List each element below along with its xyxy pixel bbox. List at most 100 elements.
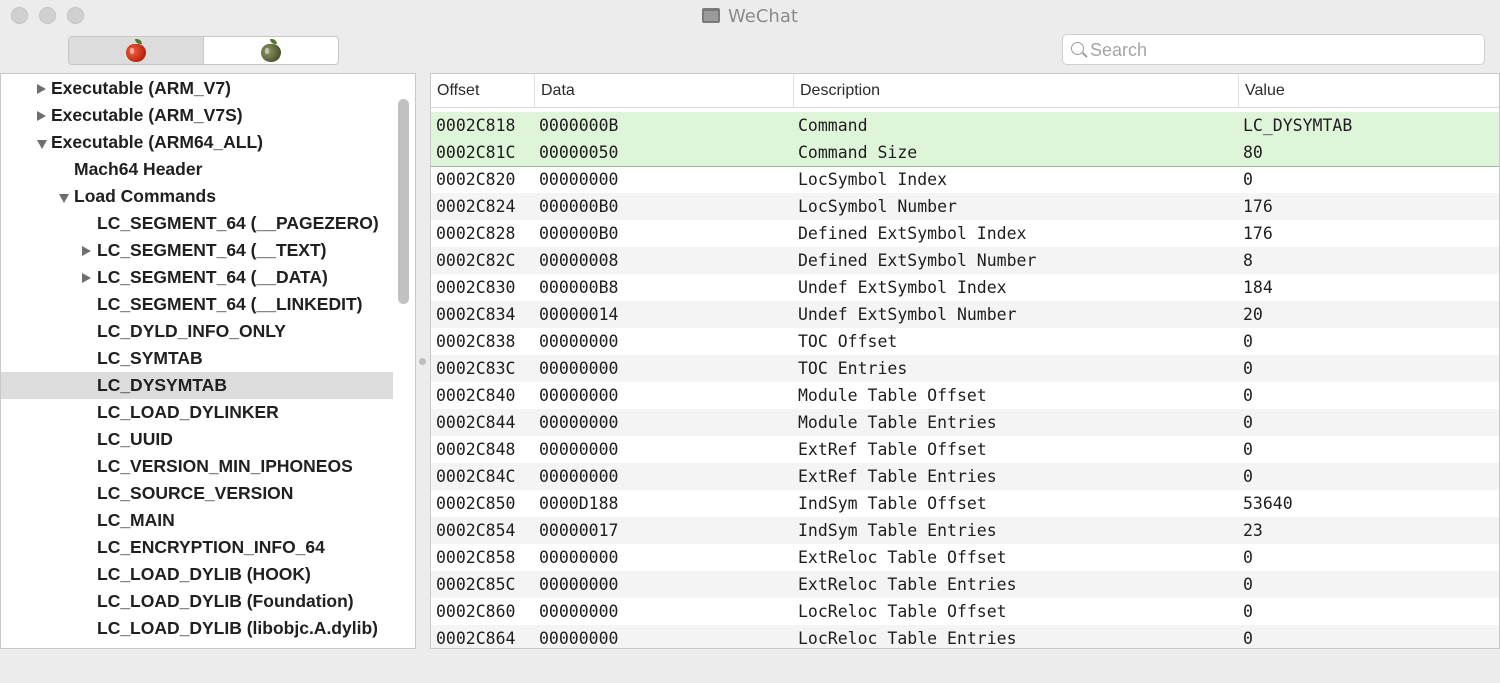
- document-icon: [702, 8, 721, 23]
- search-field: [1062, 34, 1485, 65]
- table-row[interactable]: 0002C828 000000B0 Defined ExtSymbol Index 1…: [431, 220, 1499, 247]
- outline-item[interactable]: LC_MAIN: [1, 507, 393, 534]
- outline-item[interactable]: LC_DYSYMTAB: [1, 372, 393, 399]
- outline-item[interactable]: LC_ENCRYPTION_INFO_64: [1, 534, 393, 561]
- outline-item[interactable]: Executable (ARM64_ALL): [1, 129, 393, 156]
- window-title: WeChat: [728, 6, 798, 27]
- cell-data: 000000B0: [539, 197, 619, 216]
- cell-offset: 0002C840: [436, 386, 516, 405]
- cell-value: 0: [1243, 440, 1253, 459]
- cell-description: IndSym Table Offset: [798, 494, 987, 513]
- outline-item[interactable]: LC_DYLD_INFO_ONLY: [1, 318, 393, 345]
- disclosure-open-icon[interactable]: [37, 140, 47, 149]
- cell-value: LC_DYSYMTAB: [1243, 116, 1353, 135]
- cell-data: 00000014: [539, 305, 619, 324]
- cell-data: 00000000: [539, 629, 619, 648]
- search-input[interactable]: [1090, 38, 1470, 62]
- outline-item[interactable]: LC_LOAD_DYLIB (libobjc.A.dylib): [1, 615, 393, 642]
- table-row[interactable]: 0002C850 0000D188 IndSym Table Offset 53640: [431, 490, 1499, 517]
- outline-item[interactable]: LC_LOAD_DYLIB (Foundation): [1, 588, 393, 615]
- outline-item[interactable]: LC_LOAD_DYLINKER: [1, 399, 393, 426]
- cell-value: 20: [1243, 305, 1263, 324]
- column-header-offset[interactable]: Offset: [431, 74, 534, 108]
- outline-item[interactable]: LC_SEGMENT_64 (__TEXT): [1, 237, 393, 264]
- title-bar: WeChat: [0, 0, 1500, 32]
- outline-item[interactable]: Executable (ARM_V7): [1, 75, 393, 102]
- outline-pane: Executable (ARM_V7) Executable (ARM_V7S) E…: [0, 73, 416, 649]
- table-row[interactable]: 0002C844 00000000 Module Table Entries 0: [431, 409, 1499, 436]
- outline-scrollbar[interactable]: [398, 99, 409, 304]
- table-row[interactable]: 0002C830 000000B8 Undef ExtSymbol Index 184: [431, 274, 1499, 301]
- table-row[interactable]: 0002C81C 00000050 Command Size 80: [431, 139, 1499, 166]
- disclosure-closed-icon[interactable]: [82, 246, 91, 256]
- segment-red-apple[interactable]: [69, 37, 204, 64]
- outline-item[interactable]: LC_SEGMENT_64 (__LINKEDIT): [1, 291, 393, 318]
- outline-item-label: LC_LOAD_DYLIB (libobjc.A.dylib): [97, 618, 378, 638]
- outline-item[interactable]: LC_SEGMENT_64 (__PAGEZERO): [1, 210, 393, 237]
- cell-description: LocSymbol Number: [798, 197, 957, 216]
- cell-value: 176: [1243, 224, 1273, 243]
- table-row[interactable]: 0002C864 00000000 LocReloc Table Entries 0: [431, 625, 1499, 648]
- table-row[interactable]: 0002C858 00000000 ExtReloc Table Offset 0: [431, 544, 1499, 571]
- outline-item-label: Executable (ARM_V7): [51, 78, 231, 98]
- table-header: Offset Data Description Value: [431, 74, 1499, 108]
- outline-item[interactable]: LC_LOAD_DYLIB (HOOK): [1, 561, 393, 588]
- column-header-description[interactable]: Description: [793, 74, 1238, 108]
- cell-value: 0: [1243, 575, 1253, 594]
- outline-item[interactable]: LC_SOURCE_VERSION: [1, 480, 393, 507]
- cell-offset: 0002C834: [436, 305, 516, 324]
- cell-offset: 0002C81C: [436, 143, 516, 162]
- disclosure-closed-icon[interactable]: [82, 273, 91, 283]
- cell-description: Defined ExtSymbol Index: [798, 224, 1027, 243]
- split-view-divider[interactable]: [419, 358, 426, 365]
- outline-item-label: LC_SEGMENT_64 (__DATA): [97, 267, 328, 287]
- table-row[interactable]: 0002C834 00000014 Undef ExtSymbol Number 20: [431, 301, 1499, 328]
- cell-value: 0: [1243, 359, 1253, 378]
- table-row[interactable]: 0002C85C 00000000 ExtReloc Table Entries 0: [431, 571, 1499, 598]
- table-row[interactable]: 0002C838 00000000 TOC Offset 0: [431, 328, 1499, 355]
- cell-offset: 0002C854: [436, 521, 516, 540]
- cell-value: 184: [1243, 278, 1273, 297]
- outline-item-label: LC_SYMTAB: [97, 348, 203, 368]
- disclosure-closed-icon[interactable]: [37, 111, 46, 121]
- cell-description: ExtReloc Table Entries: [798, 575, 1017, 594]
- outline-item-label: Load Commands: [74, 186, 216, 206]
- outline-item[interactable]: LC_LOAD_DYLIB (libSystem.B.dylib): [1, 642, 404, 648]
- outline-item-label: Executable (ARM64_ALL): [51, 132, 263, 152]
- cell-description: Undef ExtSymbol Index: [798, 278, 1007, 297]
- outline-item[interactable]: Executable (ARM_V7S): [1, 102, 393, 129]
- table-row[interactable]: 0002C824 000000B0 LocSymbol Number 176: [431, 193, 1499, 220]
- detail-table: Offset Data Description Value 0002C818 00…: [430, 73, 1500, 649]
- window-title-area: WeChat: [0, 6, 1500, 27]
- table-row[interactable]: 0002C84C 00000000 ExtRef Table Entries 0: [431, 463, 1499, 490]
- outline-item-label: LC_DYLD_INFO_ONLY: [97, 321, 286, 341]
- outline-item[interactable]: LC_VERSION_MIN_IPHONEOS: [1, 453, 393, 480]
- outline-item[interactable]: Mach64 Header: [1, 156, 393, 183]
- segment-green-apple[interactable]: [204, 37, 338, 64]
- disclosure-closed-icon[interactable]: [37, 84, 46, 94]
- outline-item[interactable]: LC_UUID: [1, 426, 393, 453]
- outline-item[interactable]: LC_SYMTAB: [1, 345, 393, 372]
- cell-data: 00000000: [539, 413, 619, 432]
- outline-item-label: LC_SOURCE_VERSION: [97, 483, 294, 503]
- outline-item[interactable]: LC_SEGMENT_64 (__DATA): [1, 264, 393, 291]
- column-header-data[interactable]: Data: [534, 74, 793, 108]
- green-apple-icon: [259, 38, 283, 63]
- cell-description: LocReloc Table Offset: [798, 602, 1007, 621]
- cell-data: 00000000: [539, 440, 619, 459]
- table-row[interactable]: 0002C82C 00000008 Defined ExtSymbol Number…: [431, 247, 1499, 274]
- cell-description: Module Table Entries: [798, 413, 997, 432]
- table-row[interactable]: 0002C848 00000000 ExtRef Table Offset 0: [431, 436, 1499, 463]
- table-row[interactable]: 0002C854 00000017 IndSym Table Entries 23: [431, 517, 1499, 544]
- cell-offset: 0002C85C: [436, 575, 516, 594]
- table-row[interactable]: 0002C840 00000000 Module Table Offset 0: [431, 382, 1499, 409]
- disclosure-open-icon[interactable]: [59, 194, 69, 203]
- cell-value: 23: [1243, 521, 1263, 540]
- table-row[interactable]: 0002C860 00000000 LocReloc Table Offset 0: [431, 598, 1499, 625]
- outline-item[interactable]: Load Commands: [1, 183, 393, 210]
- table-row[interactable]: 0002C820 00000000 LocSymbol Index 0: [431, 166, 1499, 193]
- table-row[interactable]: 0002C83C 00000000 TOC Entries 0: [431, 355, 1499, 382]
- table-row[interactable]: 0002C818 0000000B Command LC_DYSYMTAB: [431, 112, 1499, 139]
- column-header-value[interactable]: Value: [1238, 74, 1499, 108]
- cell-description: ExtRef Table Offset: [798, 440, 987, 459]
